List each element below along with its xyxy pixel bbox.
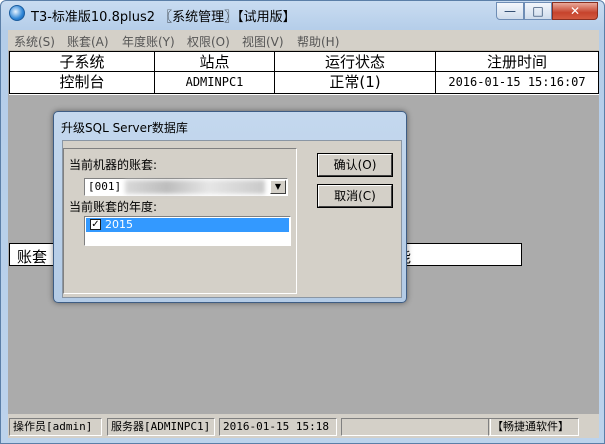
menu-accounts[interactable]: 账套(A) xyxy=(67,33,109,50)
year-list: ✓ 2015 xyxy=(84,216,291,246)
year-label: 2015 xyxy=(105,218,133,231)
dialog-body: 当前机器的账套: [001] ▼ 当前账套的年度: ✓ 2015 确认(O) 取… xyxy=(62,140,402,298)
menu-view[interactable]: 视图(V) xyxy=(242,33,284,50)
year-checkbox[interactable]: ✓ xyxy=(90,219,101,230)
redacted-account-name xyxy=(125,180,265,194)
account-year-label: 当前账套的年度: xyxy=(69,200,158,214)
status-datetime: 2016-01-15 15:18 xyxy=(219,418,337,436)
column-header-register-time[interactable]: 注册时间 xyxy=(436,51,599,72)
table-cell-subsystem[interactable]: 控制台 xyxy=(9,72,155,94)
cancel-button[interactable]: 取消(C) xyxy=(318,185,392,207)
column-header-subsystem[interactable]: 子系统 xyxy=(9,51,155,72)
status-server: 服务器[ADMINPC1] xyxy=(107,418,215,436)
selection-group: 当前机器的账套: [001] ▼ 当前账套的年度: ✓ 2015 xyxy=(63,148,297,294)
year-list-item[interactable]: ✓ 2015 xyxy=(86,218,289,232)
status-company: 【畅捷通软件】 xyxy=(488,418,579,436)
column-header-site[interactable]: 站点 xyxy=(155,51,275,72)
status-bar: 操作员[admin] 服务器[ADMINPC1] 2016-01-15 15:1… xyxy=(8,414,599,438)
status-operator: 操作员[admin] xyxy=(9,418,102,436)
menu-help[interactable]: 帮助(H) xyxy=(297,33,339,50)
close-button[interactable]: ✕ xyxy=(552,2,598,20)
status-empty-panel xyxy=(341,418,491,436)
app-logo-icon xyxy=(9,5,25,21)
table-cell-status[interactable]: 正常(1) xyxy=(275,72,436,94)
account-select-value: [001] xyxy=(88,180,122,193)
column-header-status[interactable]: 运行状态 xyxy=(275,51,436,72)
menu-yearly-accounts[interactable]: 年度账(Y) xyxy=(122,33,175,50)
minimize-button[interactable]: — xyxy=(496,2,524,20)
main-window: T3-标准版10.8plus2 〖系统管理〗【试用版】 — □ ✕ 系统(S) … xyxy=(0,0,605,444)
menu-permissions[interactable]: 权限(O) xyxy=(187,33,230,50)
maximize-button[interactable]: □ xyxy=(524,2,552,20)
machine-accounts-label: 当前机器的账套: xyxy=(69,158,158,172)
accounts-panel-label: 账套 xyxy=(17,248,48,266)
menu-bar: 系统(S) 账套(A) 年度账(Y) 权限(O) 视图(V) 帮助(H) xyxy=(8,30,599,51)
upgrade-sql-dialog: 升级SQL Server数据库 当前机器的账套: [001] ▼ 当前账套的年度… xyxy=(53,111,407,303)
subsystem-table: 子系统 站点 运行状态 注册时间 控制台 ADMINPC1 正常(1) 2016… xyxy=(9,51,599,95)
dropdown-arrow-icon[interactable]: ▼ xyxy=(270,180,286,194)
dialog-title: 升级SQL Server数据库 xyxy=(61,121,188,135)
confirm-button[interactable]: 确认(O) xyxy=(318,154,392,176)
window-title: T3-标准版10.8plus2 〖系统管理〗【试用版】 xyxy=(31,10,296,25)
title-bar[interactable]: T3-标准版10.8plus2 〖系统管理〗【试用版】 — □ ✕ xyxy=(1,1,604,27)
table-cell-register-time[interactable]: 2016-01-15 15:16:07 xyxy=(436,72,599,94)
account-select[interactable]: [001] ▼ xyxy=(84,178,288,196)
menu-system[interactable]: 系统(S) xyxy=(14,33,55,50)
table-cell-site[interactable]: ADMINPC1 xyxy=(155,72,275,94)
